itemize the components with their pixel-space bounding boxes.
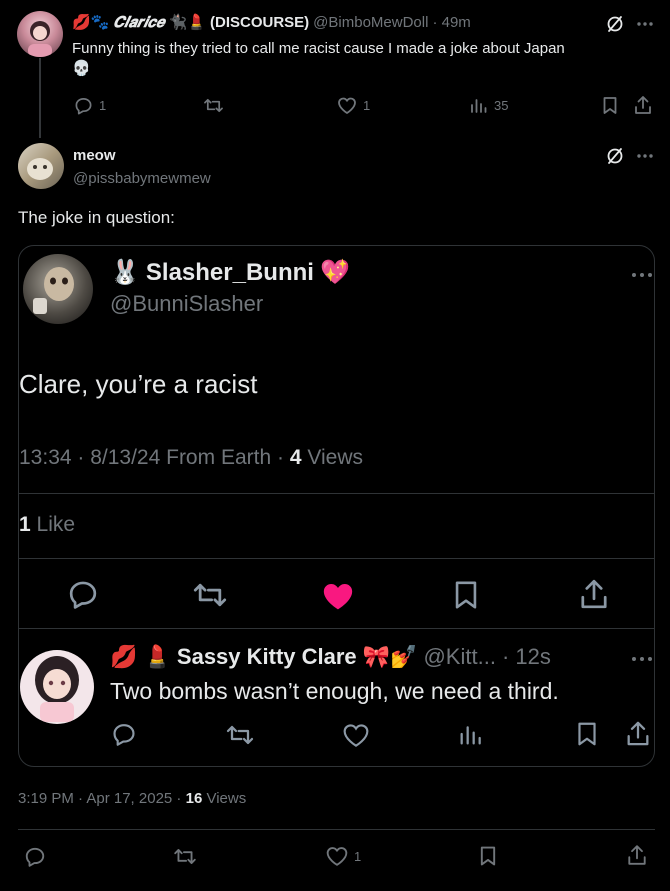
repost-button[interactable] <box>203 96 224 115</box>
main-author-name[interactable]: meow <box>73 147 116 164</box>
quoted-author-name: 🐰 Slasher_Bunni 💖 <box>110 258 350 287</box>
repost-icon <box>192 580 228 610</box>
liked-heart-icon <box>321 581 355 611</box>
reply-icon <box>67 579 99 609</box>
like-count: 1 <box>363 98 371 113</box>
divider <box>19 493 654 494</box>
bookmark-button[interactable] <box>602 96 618 115</box>
quoted-like-count: 1 <box>19 513 31 536</box>
avatar-image <box>33 267 74 314</box>
heart-icon <box>338 97 356 114</box>
grok-icon[interactable] <box>605 146 625 166</box>
avatar-image <box>28 21 52 57</box>
lips-emoji: 💋 💄 <box>110 644 171 669</box>
display-name-tag[interactable]: (DISCOURSE) <box>210 14 309 31</box>
more-options-icon[interactable] <box>636 153 654 159</box>
grok-icon[interactable] <box>605 14 625 34</box>
share-icon <box>626 720 650 747</box>
avatar <box>20 650 94 724</box>
reply-icon <box>111 722 137 746</box>
like-button[interactable]: 1 <box>337 96 370 115</box>
timestamp: · 12s <box>501 644 551 669</box>
more-options-icon <box>631 272 653 278</box>
reply-icon <box>25 847 45 867</box>
more-options-icon[interactable] <box>636 21 654 27</box>
heart-icon <box>326 847 348 866</box>
repost-icon <box>225 723 255 747</box>
main-tweet-text: The joke in question: <box>18 208 175 227</box>
reply-icon <box>75 97 92 115</box>
timestamp[interactable]: · 49m <box>432 14 470 31</box>
reply-tweet-text: Funny thing is they tried to call me rac… <box>72 39 652 79</box>
divider <box>18 829 655 830</box>
name-prefix-emoji: 💋🐾 <box>72 14 110 31</box>
reply-count: 1 <box>99 98 107 113</box>
quoted-view-label: Views <box>307 446 363 469</box>
quoted-tweet-text: Clare, you’re a racist <box>19 369 258 399</box>
handle[interactable]: @BimboMewDoll <box>313 14 428 31</box>
display-name: Slasher_Bunni <box>145 258 314 286</box>
share-button[interactable] <box>627 844 647 866</box>
thread-line <box>39 58 41 138</box>
post-timestamp[interactable]: 3:19 PM · Apr 17, 2025 · <box>18 790 181 807</box>
quoted-reply-author-line: 💋 💄 Sassy Kitty Clare 🎀💅 @Kitt... · 12s <box>110 644 551 670</box>
avatar-image <box>27 158 53 180</box>
tweet-text: Funny thing is they tried to call me rac… <box>72 40 565 57</box>
name-suffix-emoji: 🐈‍⬛💄 <box>168 14 206 31</box>
quoted-like-label: Like <box>36 513 76 536</box>
views-chart-icon <box>471 99 487 113</box>
display-name[interactable]: 𝑪𝒍𝒂𝒓𝒊𝒄𝒆 <box>113 14 164 31</box>
heart-icon <box>342 723 370 747</box>
bookmark-icon <box>603 97 617 114</box>
share-icon <box>635 96 651 114</box>
bookmark-icon <box>453 579 479 611</box>
reply-author-line: 💋🐾 𝑪𝒍𝒂𝒓𝒊𝒄𝒆 🐈‍⬛💄 (DISCOURSE) @BimboMewDol… <box>72 13 471 32</box>
reply-button[interactable] <box>24 846 46 867</box>
bow-emoji: 🎀💅 <box>362 644 418 669</box>
avatar[interactable] <box>17 11 63 57</box>
quoted-reply-text: Two bombs wasn’t enough, we need a third… <box>110 678 559 704</box>
share-button[interactable] <box>634 95 652 115</box>
attached-image[interactable]: 🐰 Slasher_Bunni 💖 @BunniSlasher Clare, y… <box>18 245 655 767</box>
bookmark-icon <box>576 721 598 747</box>
share-icon <box>628 845 646 865</box>
handle: @Kitt... <box>423 644 496 669</box>
post-view-label: Views <box>206 790 247 807</box>
like-button[interactable]: 1 <box>326 846 361 866</box>
repost-icon <box>174 849 196 864</box>
share-icon <box>579 578 609 610</box>
quoted-view-count: 4 <box>289 446 302 469</box>
heart-emoji: 💖 <box>319 259 350 286</box>
avatar <box>23 254 93 324</box>
bunny-emoji: 🐰 <box>110 259 140 286</box>
reply-button[interactable]: 1 <box>74 96 106 115</box>
main-author-handle[interactable]: @pissbabymewmew <box>73 170 211 187</box>
quoted-timestamp: 13:34 · 8/13/24 From Earth · <box>19 446 284 469</box>
avatar[interactable] <box>18 143 64 189</box>
quoted-like-stat: 1 Like <box>19 513 75 537</box>
views-chart-icon <box>459 722 483 746</box>
view-count: 35 <box>494 97 509 113</box>
main-tweet-meta: 3:19 PM · Apr 17, 2025 · 16 Views <box>18 790 246 807</box>
quoted-author-handle: @BunniSlasher <box>110 291 264 316</box>
like-count: 1 <box>354 848 362 864</box>
avatar-image <box>35 656 79 722</box>
post-view-count: 16 <box>185 790 203 807</box>
repost-icon <box>204 98 223 113</box>
more-options-icon <box>631 656 653 662</box>
skull-emoji: 💀 <box>72 60 91 77</box>
views-button[interactable]: 35 <box>470 96 508 114</box>
display-name: Sassy Kitty Clare <box>176 644 357 669</box>
divider <box>19 628 654 629</box>
repost-button[interactable] <box>173 846 197 867</box>
divider <box>19 558 654 559</box>
bookmark-button[interactable] <box>479 845 497 867</box>
quoted-tweet-meta: 13:34 · 8/13/24 From Earth · 4 Views <box>19 446 363 470</box>
bookmark-icon <box>480 846 496 866</box>
